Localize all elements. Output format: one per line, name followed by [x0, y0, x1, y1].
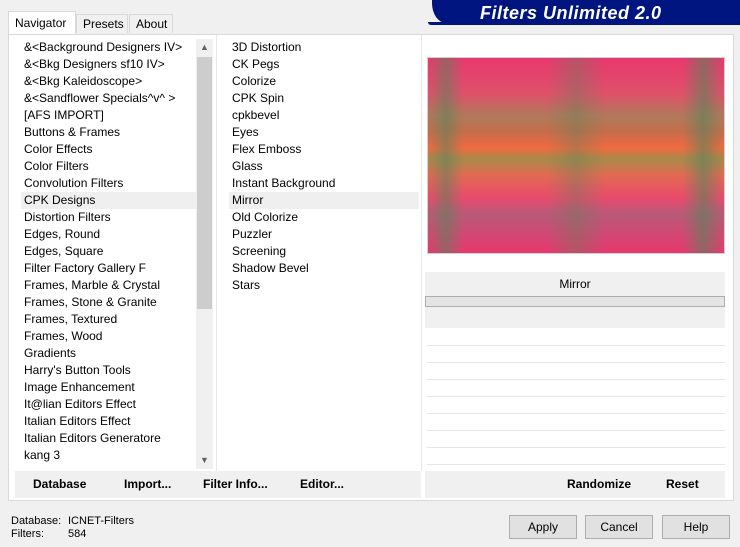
category-item[interactable]: Harry's Button Tools	[21, 362, 201, 379]
category-item[interactable]: Buttons & Frames	[21, 124, 201, 141]
parameter-row	[427, 345, 725, 346]
category-item[interactable]: Gradients	[21, 345, 201, 362]
filter-item[interactable]: Flex Emboss	[229, 141, 419, 158]
category-item[interactable]: [AFS IMPORT]	[21, 107, 201, 124]
category-item[interactable]: Italian Editors Generatore	[21, 430, 201, 447]
filter-item[interactable]: Mirror	[229, 192, 419, 209]
randomize-button[interactable]: Randomize	[567, 477, 631, 491]
reset-button[interactable]: Reset	[666, 477, 699, 491]
filter-item[interactable]: Colorize	[229, 73, 419, 90]
parameter-row	[427, 464, 725, 465]
category-scrollbar[interactable]: ▲ ▼	[196, 39, 213, 469]
parameter-row	[427, 413, 725, 414]
filter-item[interactable]: Shadow Bevel	[229, 260, 419, 277]
parameter-area	[425, 307, 725, 328]
category-item[interactable]: Color Filters	[21, 158, 201, 175]
filter-info-button[interactable]: Filter Info...	[203, 477, 268, 491]
scroll-thumb[interactable]	[197, 57, 212, 309]
status-info: Database: ICNET-Filters Filters: 584	[11, 515, 134, 541]
tab-presets[interactable]: Presets	[76, 14, 128, 33]
category-item[interactable]: &<Sandflower Specials^v^ >	[21, 90, 201, 107]
category-list[interactable]: &<Background Designers IV> &<Bkg Designer…	[21, 39, 201, 467]
parameter-header: Mirror	[425, 272, 725, 296]
tab-about[interactable]: About	[129, 14, 173, 33]
category-item[interactable]: Frames, Stone & Granite	[21, 294, 201, 311]
filter-item[interactable]: Stars	[229, 277, 419, 294]
filter-list[interactable]: 3D Distortion CK Pegs Colorize CPK Spin cpkb…	[229, 39, 419, 459]
category-item[interactable]: CPK Designs	[21, 192, 201, 209]
tab-navigator[interactable]: Navigator	[8, 11, 76, 34]
filter-item[interactable]: cpkbevel	[229, 107, 419, 124]
filters-label: Filters:	[11, 528, 44, 540]
database-button[interactable]: Database	[33, 477, 86, 491]
category-item[interactable]: Edges, Square	[21, 243, 201, 260]
navigator-panel: &<Background Designers IV> &<Bkg Designer…	[8, 34, 734, 501]
parameter-row	[427, 396, 725, 397]
preview-image	[427, 57, 725, 254]
category-item[interactable]: Image Enhancement	[21, 379, 201, 396]
filter-item[interactable]: Instant Background	[229, 175, 419, 192]
category-item[interactable]: kang 3	[21, 447, 201, 464]
chevron-down-icon[interactable]: ▼	[196, 452, 213, 469]
parameter-row	[427, 447, 725, 448]
cancel-button[interactable]: Cancel	[585, 515, 653, 539]
divider	[421, 35, 422, 471]
filters-count: 584	[68, 528, 87, 540]
filter-item[interactable]: Screening	[229, 243, 419, 260]
category-item[interactable]: Frames, Marble & Crystal	[21, 277, 201, 294]
category-item[interactable]: Convolution Filters	[21, 175, 201, 192]
category-item[interactable]: &<Bkg Kaleidoscope>	[21, 73, 201, 90]
filter-item[interactable]: Glass	[229, 158, 419, 175]
filter-item[interactable]: CPK Spin	[229, 90, 419, 107]
toolbar-left: Database Import... Filter Info... Editor…	[15, 471, 421, 498]
toolbar-right: Randomize Reset	[425, 471, 725, 498]
category-item[interactable]: &<Bkg Designers sf10 IV>	[21, 56, 201, 73]
category-item[interactable]: Filter Factory Gallery F	[21, 260, 201, 277]
category-item[interactable]: &<Background Designers IV>	[21, 39, 201, 56]
parameter-row	[427, 379, 725, 380]
category-item[interactable]: Italian Editors Effect	[21, 413, 201, 430]
filter-item[interactable]: Puzzler	[229, 226, 419, 243]
apply-button[interactable]: Apply	[509, 515, 577, 539]
category-item[interactable]: Frames, Wood	[21, 328, 201, 345]
category-item[interactable]: Distortion Filters	[21, 209, 201, 226]
filter-item[interactable]: CK Pegs	[229, 56, 419, 73]
category-item[interactable]: It@lian Editors Effect	[21, 396, 201, 413]
database-value: ICNET-Filters	[68, 515, 134, 527]
help-button[interactable]: Help	[662, 515, 730, 539]
app-title: Filters Unlimited 2.0	[480, 3, 662, 23]
filter-item[interactable]: 3D Distortion	[229, 39, 419, 56]
divider	[216, 35, 217, 471]
filter-item[interactable]: Eyes	[229, 124, 419, 141]
category-item[interactable]: Edges, Round	[21, 226, 201, 243]
parameter-row	[427, 430, 725, 431]
filter-item[interactable]: Old Colorize	[229, 209, 419, 226]
database-label: Database:	[11, 515, 62, 527]
import-button[interactable]: Import...	[124, 477, 171, 491]
editor-button[interactable]: Editor...	[300, 477, 344, 491]
category-item[interactable]: Frames, Textured	[21, 311, 201, 328]
parameter-row	[427, 362, 725, 363]
parameter-slider[interactable]	[425, 296, 725, 307]
chevron-up-icon[interactable]: ▲	[196, 39, 213, 56]
category-item[interactable]: Color Effects	[21, 141, 201, 158]
